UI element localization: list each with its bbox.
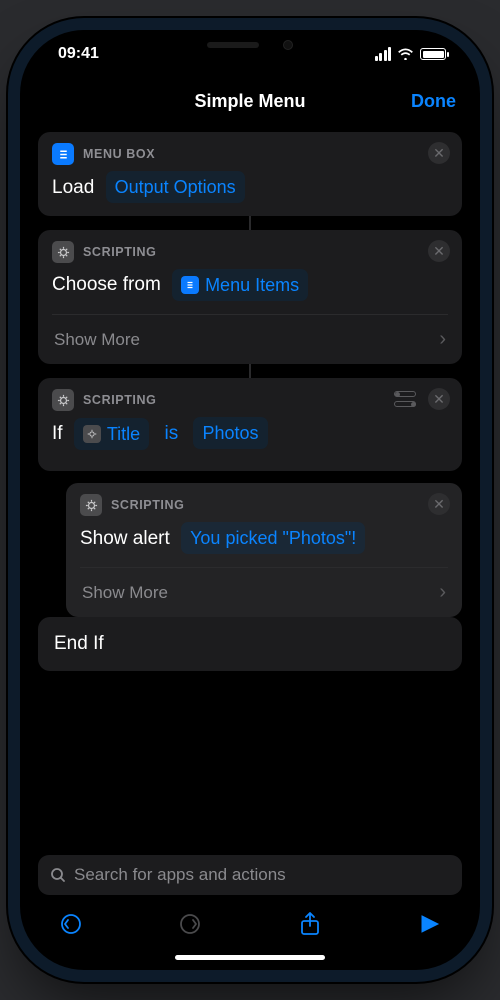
menubox-app-icon [52, 143, 74, 165]
token-photos[interactable]: Photos [193, 417, 267, 449]
app-label: SCRIPTING [83, 393, 156, 407]
action-word: Load [52, 177, 94, 198]
action-card-alert[interactable]: ✕ SCRIPTING Show alert You picked "Photo… [66, 483, 462, 617]
delete-icon[interactable]: ✕ [428, 240, 450, 262]
search-icon [50, 867, 66, 883]
toolbar [38, 895, 462, 947]
action-card-endif[interactable]: End If [38, 617, 462, 671]
action-card-choose[interactable]: ✕ SCRIPTING Choose from Menu Items [38, 230, 462, 364]
signal-icon [375, 47, 392, 61]
delete-icon[interactable]: ✕ [428, 388, 450, 410]
token-menu-items[interactable]: Menu Items [172, 269, 308, 301]
status-icons [375, 47, 447, 61]
run-button[interactable] [412, 907, 446, 941]
app-label: MENU BOX [83, 147, 155, 161]
share-button[interactable] [293, 907, 327, 941]
action-word: If [52, 423, 63, 444]
condition-operator[interactable]: is [154, 423, 188, 444]
token-output-options[interactable]: Output Options [106, 171, 245, 203]
list-icon [181, 276, 199, 294]
gear-icon [83, 425, 101, 443]
scripting-app-icon [80, 494, 102, 516]
action-card-load[interactable]: ✕ MENU BOX Load Output Options [38, 132, 462, 216]
chevron-right-icon: › [439, 581, 446, 604]
page-title: Simple Menu [194, 91, 305, 112]
scripting-app-icon [52, 389, 74, 411]
action-card-if[interactable]: ✕ SCRIPTING If Title is [38, 378, 462, 471]
navbar: Simple Menu Done [20, 78, 480, 124]
app-label: SCRIPTING [111, 498, 184, 512]
redo-button [173, 907, 207, 941]
chevron-right-icon: › [439, 328, 446, 351]
search-input[interactable]: Search for apps and actions [38, 855, 462, 895]
show-more-button[interactable]: Show More › [38, 315, 462, 364]
done-button[interactable]: Done [411, 91, 456, 112]
token-alert-text[interactable]: You picked "Photos"! [181, 522, 365, 554]
toggles-icon[interactable] [394, 388, 422, 410]
action-word: Choose from [52, 274, 161, 295]
show-more-button[interactable]: Show More › [66, 568, 462, 617]
wifi-icon [397, 48, 414, 60]
undo-button[interactable] [54, 907, 88, 941]
delete-icon[interactable]: ✕ [428, 142, 450, 164]
app-label: SCRIPTING [83, 245, 156, 259]
delete-icon[interactable]: ✕ [428, 493, 450, 515]
status-time: 09:41 [58, 45, 99, 63]
battery-icon [420, 48, 446, 60]
search-placeholder: Search for apps and actions [74, 865, 286, 885]
action-word: Show alert [80, 528, 170, 549]
token-title[interactable]: Title [74, 418, 149, 450]
home-indicator[interactable] [175, 955, 325, 960]
scripting-app-icon [52, 241, 74, 263]
